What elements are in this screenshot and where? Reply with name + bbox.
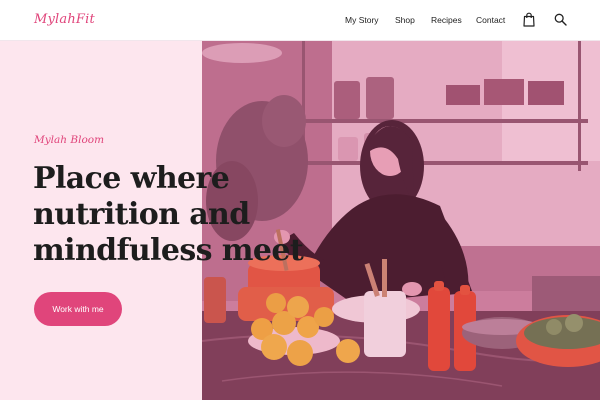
nav-link-contact[interactable]: Contact [476,15,505,25]
hero-headline-line-2: nutrition and [33,197,250,232]
main-nav: My Story Shop Recipes Contact [0,0,600,41]
nav-link-recipes[interactable]: Recipes [431,15,462,25]
hero-headline: Place where nutrition and mindfuless mee… [33,161,313,269]
nav-link-shop[interactable]: Shop [395,15,415,25]
hero-eyebrow-name: Mylah Bloom [34,134,105,146]
nav-link-my-story[interactable]: My Story [345,15,379,25]
hero-headline-line-3: mindfuless meet [33,233,304,268]
work-with-me-button[interactable]: Work with me [34,292,122,326]
site-header: MylahFit My Story Shop Recipes Contact [0,0,600,41]
shopping-bag-icon[interactable] [522,12,536,27]
search-icon[interactable] [554,13,568,28]
hero-headline-line-1: Place where [33,161,230,196]
